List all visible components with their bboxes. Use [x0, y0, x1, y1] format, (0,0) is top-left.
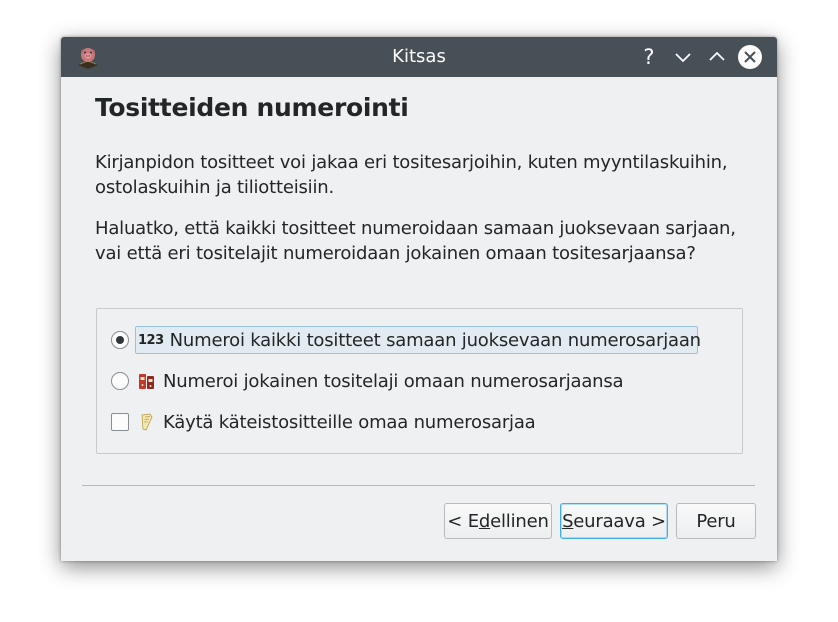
binders-icon — [139, 374, 154, 389]
option-single-series[interactable]: 123 Numeroi kaikki tositteet samaan juok… — [111, 325, 701, 355]
option-cash-receipts[interactable]: Käytä käteistositteille omaa numerosarja… — [111, 407, 560, 437]
next-button[interactable]: Seuraava > — [560, 503, 668, 539]
close-button[interactable] — [738, 45, 762, 69]
radio-single-series[interactable] — [111, 331, 129, 349]
receipt-icon — [141, 413, 153, 431]
next-label-suffix: euraava > — [573, 510, 666, 532]
numbers-123-icon: 123 — [138, 332, 164, 348]
next-label-mnemonic: S — [562, 510, 574, 532]
dialog-window: Kitsas ? Tositteiden numerointi Kirjanpi… — [61, 37, 777, 561]
help-button[interactable]: ? — [637, 45, 661, 69]
previous-button[interactable]: < Ed ellinen — [444, 503, 552, 539]
checkbox-cash-receipts[interactable] — [111, 413, 129, 431]
previous-label-suffix: ellinen — [490, 510, 549, 532]
option-series-per-type[interactable]: Numeroi jokainen tositelaji omaan numero… — [111, 366, 647, 396]
footer-separator — [82, 485, 755, 486]
option-label: Numeroi kaikki tositteet samaan juokseva… — [169, 329, 701, 351]
page-title: Tositteiden numerointi — [95, 93, 409, 122]
previous-label-mnemonic: d — [478, 510, 491, 532]
question-paragraph: Haluatko, että kaikki tositteet numeroid… — [95, 218, 736, 264]
close-icon — [744, 51, 756, 63]
radio-series-per-type[interactable] — [111, 372, 129, 390]
maximize-button[interactable] — [705, 45, 729, 69]
numbering-options-group: 123 Numeroi kaikki tositteet samaan juok… — [96, 308, 743, 454]
title-bar[interactable]: Kitsas ? — [61, 37, 777, 77]
minimize-button[interactable] — [671, 45, 695, 69]
chevron-down-icon — [675, 53, 691, 63]
window-title: Kitsas — [392, 46, 446, 67]
intro-paragraph: Kirjanpidon tositteet voi jakaa eri tosi… — [95, 152, 728, 198]
option-label: Käytä käteistositteille omaa numerosarja… — [163, 411, 536, 433]
chevron-up-icon — [709, 51, 725, 61]
wizard-page: Tositteiden numerointi Kirjanpidon tosit… — [61, 77, 777, 561]
cancel-button[interactable]: Peru — [676, 503, 756, 539]
previous-label-prefix: < E — [447, 510, 479, 532]
option-label: Numeroi jokainen tositelaji omaan numero… — [163, 370, 624, 392]
